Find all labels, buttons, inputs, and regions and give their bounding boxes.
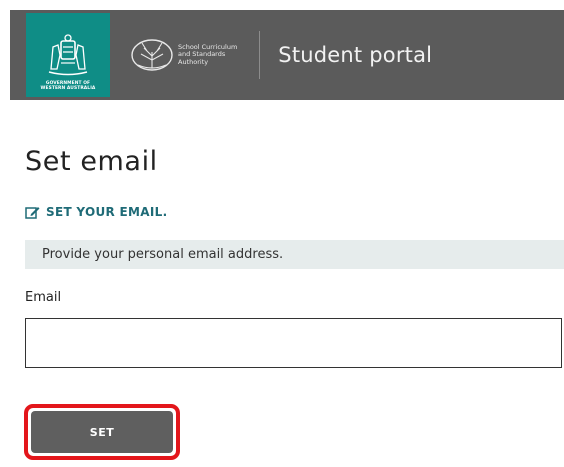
site-header: GOVERNMENT OF WESTERN AUSTRALIA School C… xyxy=(10,10,564,100)
email-field[interactable] xyxy=(25,318,562,368)
logo-caption-line2: WESTERN AUSTRALIA xyxy=(40,86,96,91)
set-button[interactable]: SET xyxy=(31,411,173,453)
set-button-highlight: SET xyxy=(24,404,180,460)
section-heading: SET YOUR EMAIL. xyxy=(25,205,167,219)
government-logo[interactable]: GOVERNMENT OF WESTERN AUSTRALIA xyxy=(26,13,110,97)
page-title: Set email xyxy=(25,146,158,177)
section-heading-text: SET YOUR EMAIL. xyxy=(46,205,168,219)
info-banner: Provide your personal email address. xyxy=(25,240,564,269)
coat-of-arms-icon xyxy=(48,34,88,76)
info-text: Provide your personal email address. xyxy=(42,247,284,262)
scsa-logo[interactable]: School Curriculum and Standards Authorit… xyxy=(130,38,237,72)
header-divider xyxy=(259,31,261,79)
email-label: Email xyxy=(25,290,62,305)
edit-icon xyxy=(25,206,40,219)
tree-emblem-icon xyxy=(131,39,173,71)
scsa-name: School Curriculum and Standards Authorit… xyxy=(178,43,237,67)
portal-title: Student portal xyxy=(278,43,433,67)
scsa-name-line3: Authority xyxy=(178,57,209,66)
page-margin xyxy=(0,0,10,467)
